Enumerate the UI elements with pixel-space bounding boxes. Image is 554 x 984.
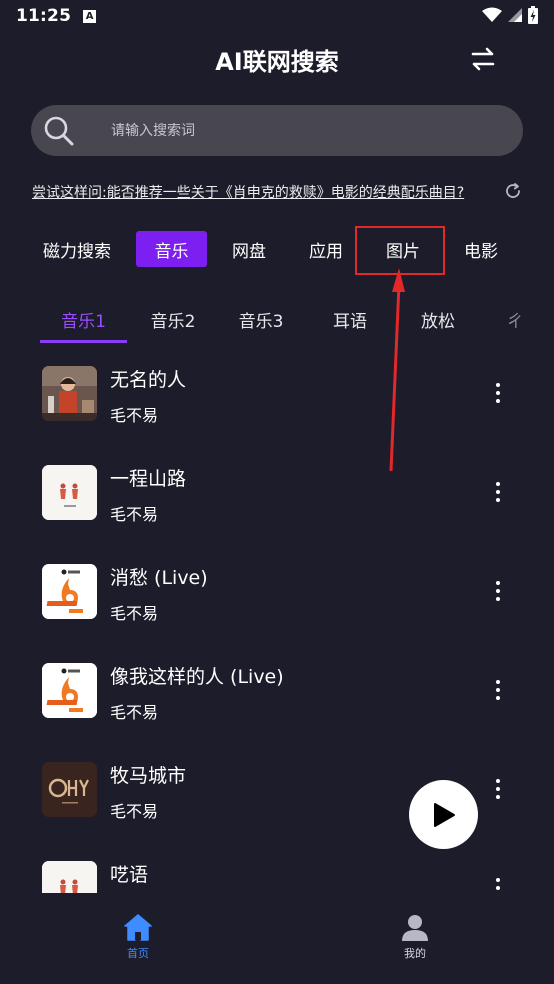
album-art-icon — [42, 564, 97, 619]
active-subtab-indicator — [40, 340, 127, 343]
nav-profile-label: 我的 — [404, 947, 426, 960]
nav-profile[interactable]: 我的 — [375, 913, 455, 961]
song-artist: 毛不易 — [110, 703, 159, 722]
tab-magnet-search[interactable]: 磁力搜索 — [33, 231, 121, 267]
tab-apps[interactable]: 应用 — [297, 231, 355, 267]
song-title: 无名的人 — [110, 369, 187, 391]
notification-icon: A — [83, 9, 97, 23]
user-icon — [402, 915, 428, 941]
more-options-button[interactable] — [486, 874, 510, 893]
song-artist: 毛不易 — [110, 802, 159, 821]
refresh-icon[interactable] — [504, 182, 522, 200]
tab-movies[interactable]: 电影 — [452, 231, 510, 267]
song-artist: 毛不易 — [110, 505, 159, 524]
subtab-whisper[interactable]: 耳语 — [320, 304, 380, 334]
song-title: 一程山路 — [110, 468, 187, 490]
song-item[interactable]: 呓语 — [0, 850, 554, 893]
song-title: 呓语 — [110, 864, 149, 886]
suggestion-link[interactable]: 尝试这样问:能否推荐一些关于《肖申克的救赎》电影的经典配乐曲目? — [32, 182, 464, 202]
status-bar: 11:25 A — [0, 0, 554, 32]
app-header: AI联网搜索 — [0, 38, 554, 82]
more-options-button[interactable] — [486, 478, 510, 506]
more-options-button[interactable] — [486, 775, 510, 803]
wifi-icon — [482, 7, 502, 22]
album-cover — [42, 465, 97, 520]
play-button[interactable] — [409, 780, 478, 849]
tab-cloud-drive[interactable]: 网盘 — [220, 231, 278, 267]
song-item[interactable]: 一程山路 毛不易 — [0, 454, 554, 553]
nav-home[interactable]: 首页 — [98, 913, 178, 961]
song-item[interactable]: 消愁 (Live) 毛不易 — [0, 553, 554, 652]
song-item[interactable]: 无名的人 毛不易 — [0, 355, 554, 454]
album-cover — [42, 663, 97, 718]
home-icon — [124, 914, 152, 941]
search-icon — [44, 116, 74, 146]
status-indicators — [482, 6, 538, 24]
search-box[interactable] — [31, 105, 523, 156]
album-art-icon — [42, 465, 97, 520]
tab-music[interactable]: 音乐 — [136, 231, 207, 267]
song-title: 消愁 (Live) — [110, 567, 208, 589]
nav-home-label: 首页 — [127, 947, 149, 960]
swap-arrows-icon — [471, 47, 495, 71]
subtab-music2[interactable]: 音乐2 — [140, 304, 206, 334]
highlight-box — [355, 226, 445, 275]
music-source-tabs: 音乐1 音乐2 音乐3 耳语 放松 ㄔ — [0, 296, 554, 344]
album-art-icon — [42, 663, 97, 718]
album-cover — [42, 564, 97, 619]
album-cover — [42, 762, 97, 817]
more-options-button[interactable] — [486, 577, 510, 605]
signal-icon — [508, 8, 522, 22]
tabs-fade — [505, 296, 554, 344]
subtab-relax[interactable]: 放松 — [408, 304, 468, 334]
song-title: 牧马城市 — [110, 765, 187, 787]
album-cover — [42, 861, 97, 893]
search-input[interactable] — [111, 105, 511, 156]
play-icon — [433, 802, 455, 827]
more-options-button[interactable] — [486, 676, 510, 704]
song-item[interactable]: 像我这样的人 (Live) 毛不易 — [0, 652, 554, 751]
song-artist: 毛不易 — [110, 406, 159, 425]
song-artist: 毛不易 — [110, 604, 159, 623]
suggestion-row: 尝试这样问:能否推荐一些关于《肖申克的救赎》电影的经典配乐曲目? — [32, 181, 522, 203]
album-cover — [42, 366, 97, 421]
album-art-icon — [42, 366, 97, 421]
battery-icon — [528, 6, 538, 24]
more-options-button[interactable] — [486, 379, 510, 407]
status-time: 11:25 — [16, 6, 72, 26]
album-art-icon — [42, 762, 97, 817]
subtab-music1[interactable]: 音乐1 — [40, 304, 127, 334]
bottom-nav: 首页 我的 — [0, 893, 554, 984]
subtab-music3[interactable]: 音乐3 — [228, 304, 294, 334]
category-tabs: 磁力搜索 音乐 网盘 应用 图片 电影 — [0, 230, 554, 270]
swap-button[interactable] — [468, 44, 498, 74]
song-title: 像我这样的人 (Live) — [110, 666, 284, 688]
album-art-icon — [42, 861, 97, 893]
